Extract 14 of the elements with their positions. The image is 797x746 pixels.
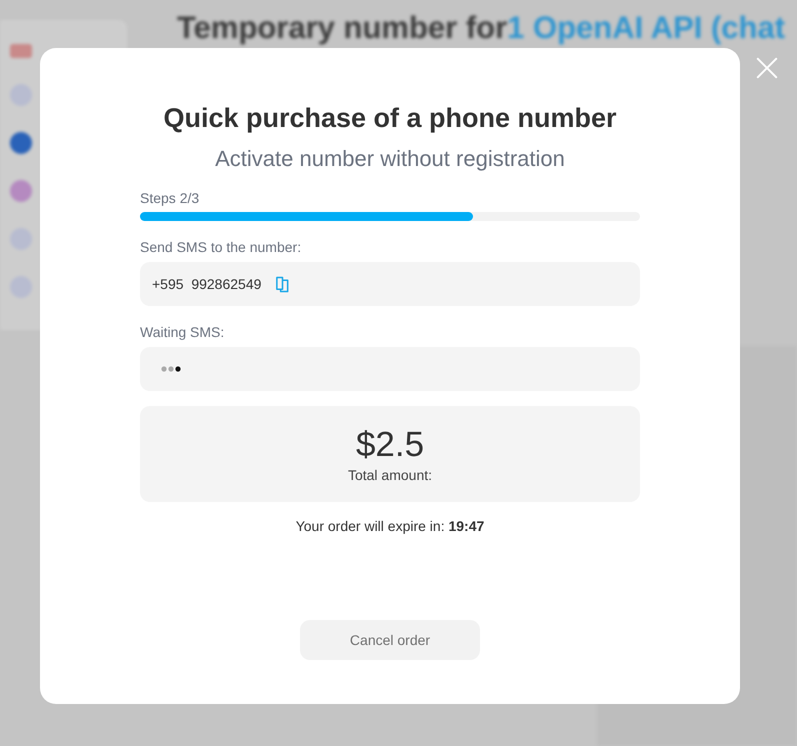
price-label: Total amount:	[348, 467, 432, 483]
field-label: Send SMS to the number:	[140, 239, 302, 255]
field-label: Waiting SMS:	[140, 324, 226, 340]
dialog-title: Quick purchase of a phone number	[162, 103, 618, 134]
page-heading: Temporary number for	[177, 10, 508, 45]
copy-icon[interactable]	[275, 276, 290, 292]
loading-dots-icon	[161, 366, 182, 372]
price-amount: $2.5	[356, 425, 424, 465]
steps-label: Steps 2/3	[140, 190, 200, 206]
close-icon[interactable]	[756, 57, 778, 79]
dialog-subtitle: Activate number without registration	[214, 146, 566, 172]
cancel-order-button[interactable]: Cancel order	[300, 620, 480, 660]
phone-number: +595 992862549	[152, 276, 262, 292]
expiry-text: Your order will expire in: 19:47	[294, 518, 486, 534]
